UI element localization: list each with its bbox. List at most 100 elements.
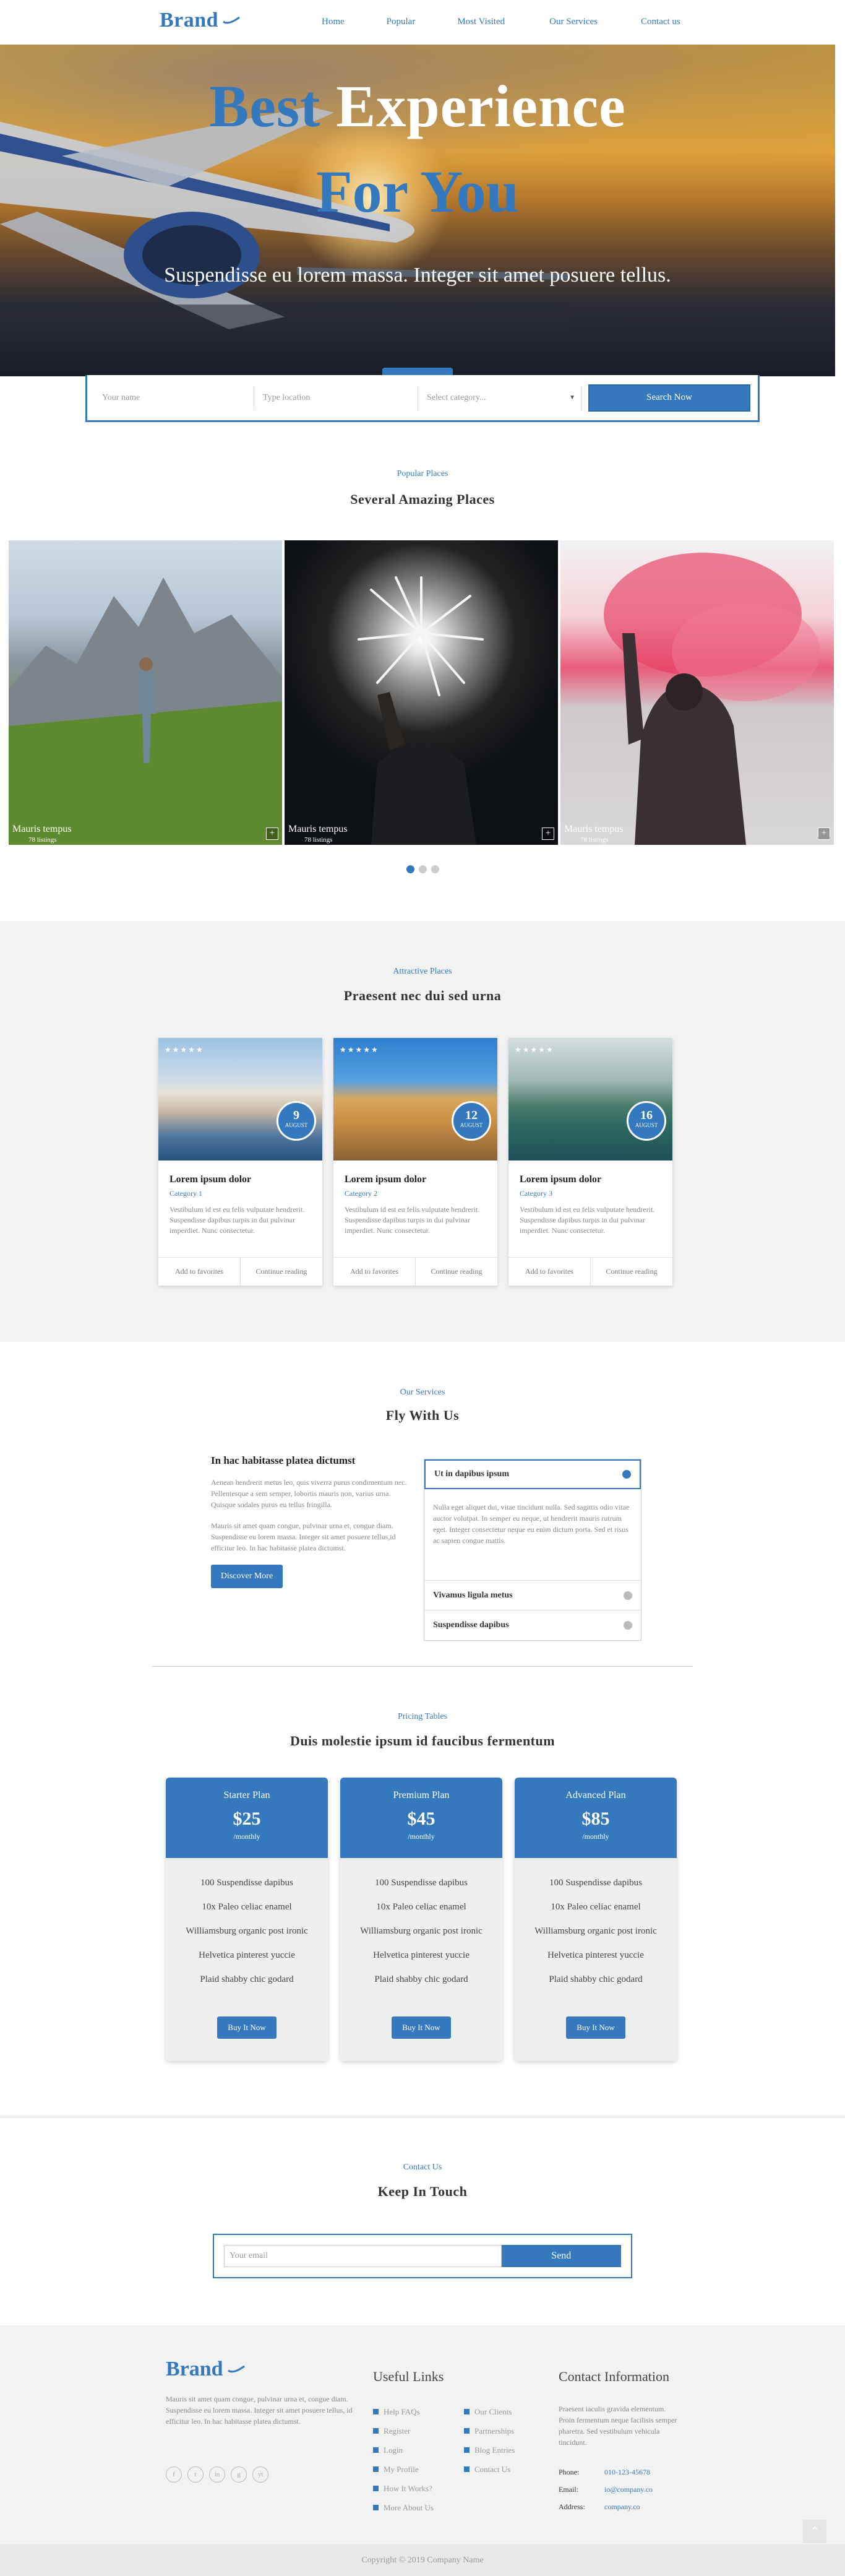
rating-stars-icon: ★★★★★ [340,1045,379,1054]
plus-icon[interactable]: + [818,828,830,840]
pricing-title: Duis molestie ipsum id faucibus fermentu… [290,1733,555,1748]
address-value[interactable]: company.co [604,2502,640,2512]
location-input[interactable]: Type location [254,385,418,410]
card-image[interactable]: ★★★★★ 12 AUGUST [333,1038,497,1160]
email-field[interactable]: Your email [224,2245,502,2267]
twitter-icon[interactable]: t [187,2466,204,2483]
services-paragraph-1: Aenean hendrerit metus leo, quis viverra… [211,1478,407,1509]
mountain-photo [9,577,282,845]
place-card: ★★★★★ 16 AUGUST Lorem ipsum dolor Catego… [508,1038,672,1286]
email-value[interactable]: io@company.co [604,2485,653,2494]
name-input[interactable]: Your name [93,385,254,410]
buy-it-now-button[interactable]: Buy It Now [392,2016,451,2039]
slide-caption: Mauris tempus [12,824,72,834]
section-divider [152,1666,693,1667]
hero-title-word-experience: Experience [336,73,626,139]
hero-banner: Best Experience For You Suspendisse eu l… [0,45,835,376]
plus-icon[interactable]: + [266,828,278,840]
card-text: Vestibulum id est eu felis vulputate hen… [169,1205,305,1235]
plan-features: 100 Suspendisse dapibus 10x Paleo celiac… [340,1858,502,1999]
google-plus-icon[interactable]: g [231,2466,247,2483]
rating-stars-icon: ★★★★★ [515,1045,554,1054]
contact-email-row: Email: io@company.co [559,2485,653,2494]
card-title[interactable]: Lorem ipsum dolor [345,1174,486,1185]
accordion-item-ut-in-dapibus[interactable]: Ut in dapibus ipsum [424,1459,641,1489]
footer-link-blog-entries[interactable]: Blog Entries [464,2440,515,2460]
nav-link-contact-us[interactable]: Contact us [641,17,680,27]
footer-link-partnerships[interactable]: Partnerships [464,2421,515,2440]
plan-feature: 10x Paleo celiac enamel [202,1902,292,1912]
accordion-item-suspendisse-dapibus[interactable]: Suspendisse dapibus [424,1610,641,1640]
continue-reading-link[interactable]: Continue reading [241,1258,322,1286]
linkedin-icon[interactable]: in [209,2466,225,2483]
card-title[interactable]: Lorem ipsum dolor [169,1174,311,1185]
continue-reading-link[interactable]: Continue reading [416,1258,497,1286]
slide-listing-count: 78 listings [580,836,609,844]
nav-link-our-services[interactable]: Our Services [549,17,598,27]
slide-listing-count: 78 listings [304,836,333,844]
square-bullet-icon [373,2466,379,2472]
date-month: AUGUST [460,1122,483,1128]
plan-features: 100 Suspendisse dapibus 10x Paleo celiac… [515,1858,677,1999]
discover-more-button[interactable]: Discover More [211,1565,283,1588]
card-image[interactable]: ★★★★★ 16 AUGUST [508,1038,672,1160]
place-slide[interactable]: Mauris tempus 78 listings + [285,540,558,845]
add-to-favorites-link[interactable]: Add to favorites [333,1258,416,1286]
footer-link-our-clients[interactable]: Our Clients [464,2402,515,2421]
carousel-dot-2[interactable] [419,865,427,873]
facebook-icon[interactable]: f [166,2466,182,2483]
plan-period: /monthly [233,1832,260,1841]
pricing-plan-starter: Starter Plan $25 /monthly 100 Suspendiss… [166,1778,328,2061]
card-image[interactable]: ★★★★★ 9 AUGUST [158,1038,322,1160]
footer-brand-name: Brand [166,2358,223,2380]
phone-value[interactable]: 010-123-45678 [604,2468,650,2477]
footer-link-register[interactable]: Register [373,2421,434,2440]
footer-brand-logo[interactable]: Brand [166,2358,246,2381]
pricing-plan-premium: Premium Plan $45 /monthly 100 Suspendiss… [340,1778,502,2061]
place-slide[interactable]: Mauris tempus 78 listings + [560,540,834,845]
hero-title-word-best: Best [209,73,321,139]
footer-link-contact-us[interactable]: Contact Us [464,2460,515,2479]
brand-logo[interactable]: Brand [160,9,241,32]
add-to-favorites-link[interactable]: Add to favorites [508,1258,591,1286]
plan-features: 100 Suspendisse dapibus 10x Paleo celiac… [166,1858,328,1999]
footer-link-label: My Profile [384,2464,419,2474]
carousel-dot-1[interactable] [406,865,414,873]
back-to-top-button[interactable]: ⌃ [803,2520,826,2543]
plan-feature: Williamsburg organic post ironic [186,1926,308,1936]
useful-links-title: Useful Links [373,2369,444,2384]
nav-link-popular[interactable]: Popular [387,17,416,27]
add-to-favorites-link[interactable]: Add to favorites [158,1258,241,1286]
send-button[interactable]: Send [501,2245,621,2267]
buy-it-now-button[interactable]: Buy It Now [566,2016,625,2039]
footer-link-help-faqs[interactable]: Help FAQs [373,2402,434,2421]
continue-reading-link[interactable]: Continue reading [591,1258,672,1286]
popular-title: Several Amazing Places [350,491,495,507]
category-select[interactable]: Select category... ▼ [418,385,582,410]
date-month: AUGUST [635,1122,658,1128]
footer-link-more-about-us[interactable]: More About Us [373,2498,434,2517]
nav-link-most-visited[interactable]: Most Visited [457,17,505,27]
place-card: ★★★★★ 9 AUGUST Lorem ipsum dolor Categor… [158,1038,322,1286]
footer-link-how-it-works[interactable]: How It Works? [373,2479,434,2498]
nav-link-home[interactable]: Home [322,17,345,27]
footer-link-label: More About Us [384,2502,434,2512]
services-paragraph-2: Mauris sit amet quam congue, pulvinar ur… [211,1521,396,1552]
footer-link-login[interactable]: Login [373,2440,434,2460]
footer-link-my-profile[interactable]: My Profile [373,2460,434,2479]
plan-feature: 100 Suspendisse dapibus [549,1878,642,1888]
accordion-item-vivamus-ligula[interactable]: Vivamus ligula metus [424,1581,641,1610]
carousel-dot-3[interactable] [431,865,439,873]
plus-icon[interactable]: + [542,828,554,840]
card-title[interactable]: Lorem ipsum dolor [520,1174,661,1185]
place-slide[interactable]: Mauris tempus 78 listings + [9,540,282,845]
plan-feature: Plaid shabby chic godard [200,1974,294,1984]
card-category[interactable]: Category 3 [520,1189,661,1198]
plan-name: Premium Plan [393,1790,450,1800]
buy-it-now-button[interactable]: Buy It Now [217,2016,277,2039]
plan-feature: 10x Paleo celiac enamel [376,1902,466,1912]
youtube-icon[interactable]: yt [252,2466,268,2483]
search-now-button[interactable]: Search Now [588,384,750,412]
card-category[interactable]: Category 1 [169,1189,311,1198]
card-category[interactable]: Category 2 [345,1189,486,1198]
